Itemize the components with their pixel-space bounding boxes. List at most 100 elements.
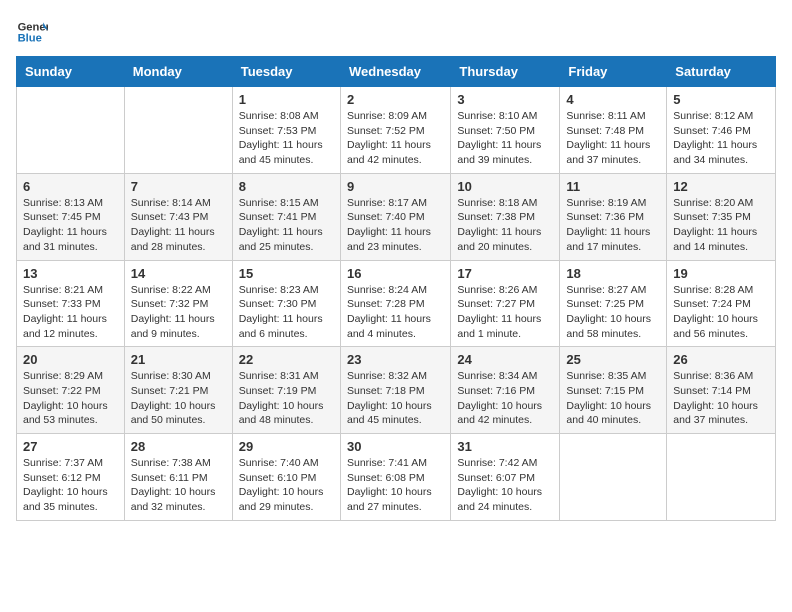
calendar-cell: 31 Sunrise: 7:42 AM Sunset: 6:07 PM Dayli… — [451, 434, 560, 521]
calendar-cell: 10 Sunrise: 8:18 AM Sunset: 7:38 PM Dayli… — [451, 173, 560, 260]
calendar-cell — [667, 434, 776, 521]
day-number: 11 — [566, 179, 660, 194]
calendar-cell: 15 Sunrise: 8:23 AM Sunset: 7:30 PM Dayli… — [232, 260, 340, 347]
col-header-tuesday: Tuesday — [232, 57, 340, 87]
day-number: 25 — [566, 352, 660, 367]
calendar-cell: 18 Sunrise: 8:27 AM Sunset: 7:25 PM Dayli… — [560, 260, 667, 347]
day-number: 12 — [673, 179, 769, 194]
day-info: Sunrise: 8:34 AM Sunset: 7:16 PM Dayligh… — [457, 369, 553, 428]
day-info: Sunrise: 8:28 AM Sunset: 7:24 PM Dayligh… — [673, 283, 769, 342]
day-info: Sunrise: 8:18 AM Sunset: 7:38 PM Dayligh… — [457, 196, 553, 255]
day-number: 31 — [457, 439, 553, 454]
day-number: 9 — [347, 179, 444, 194]
day-info: Sunrise: 8:17 AM Sunset: 7:40 PM Dayligh… — [347, 196, 444, 255]
week-row-4: 20 Sunrise: 8:29 AM Sunset: 7:22 PM Dayli… — [17, 347, 776, 434]
day-info: Sunrise: 7:37 AM Sunset: 6:12 PM Dayligh… — [23, 456, 118, 515]
day-info: Sunrise: 7:40 AM Sunset: 6:10 PM Dayligh… — [239, 456, 334, 515]
calendar-cell: 19 Sunrise: 8:28 AM Sunset: 7:24 PM Dayli… — [667, 260, 776, 347]
day-info: Sunrise: 8:20 AM Sunset: 7:35 PM Dayligh… — [673, 196, 769, 255]
calendar-cell: 17 Sunrise: 8:26 AM Sunset: 7:27 PM Dayli… — [451, 260, 560, 347]
day-number: 18 — [566, 266, 660, 281]
day-number: 4 — [566, 92, 660, 107]
day-number: 15 — [239, 266, 334, 281]
day-number: 8 — [239, 179, 334, 194]
week-row-2: 6Sunrise: 8:13 AM Sunset: 7:45 PM Daylig… — [17, 173, 776, 260]
day-info: Sunrise: 7:41 AM Sunset: 6:08 PM Dayligh… — [347, 456, 444, 515]
day-number: 17 — [457, 266, 553, 281]
day-number: 26 — [673, 352, 769, 367]
day-number: 13 — [23, 266, 118, 281]
day-info: Sunrise: 8:22 AM Sunset: 7:32 PM Dayligh… — [131, 283, 226, 342]
calendar-cell: 12 Sunrise: 8:20 AM Sunset: 7:35 PM Dayli… — [667, 173, 776, 260]
calendar-header-row: SundayMondayTuesdayWednesdayThursdayFrid… — [17, 57, 776, 87]
day-info: Sunrise: 8:35 AM Sunset: 7:15 PM Dayligh… — [566, 369, 660, 428]
day-number: 24 — [457, 352, 553, 367]
day-info: Sunrise: 8:19 AM Sunset: 7:36 PM Dayligh… — [566, 196, 660, 255]
day-info: Sunrise: 8:27 AM Sunset: 7:25 PM Dayligh… — [566, 283, 660, 342]
day-info: Sunrise: 8:11 AM Sunset: 7:48 PM Dayligh… — [566, 109, 660, 168]
calendar-cell: 23 Sunrise: 8:32 AM Sunset: 7:18 PM Dayli… — [340, 347, 450, 434]
calendar-cell: 16Sunrise: 8:24 AM Sunset: 7:28 PM Dayli… — [340, 260, 450, 347]
day-number: 10 — [457, 179, 553, 194]
col-header-thursday: Thursday — [451, 57, 560, 87]
col-header-wednesday: Wednesday — [340, 57, 450, 87]
day-number: 14 — [131, 266, 226, 281]
day-info: Sunrise: 8:29 AM Sunset: 7:22 PM Dayligh… — [23, 369, 118, 428]
col-header-saturday: Saturday — [667, 57, 776, 87]
day-number: 22 — [239, 352, 334, 367]
logo-icon: General Blue — [16, 16, 48, 48]
day-info: Sunrise: 8:24 AM Sunset: 7:28 PM Dayligh… — [347, 283, 444, 342]
calendar-cell: 13 Sunrise: 8:21 AM Sunset: 7:33 PM Dayli… — [17, 260, 125, 347]
day-number: 21 — [131, 352, 226, 367]
calendar-cell: 26Sunrise: 8:36 AM Sunset: 7:14 PM Dayli… — [667, 347, 776, 434]
day-info: Sunrise: 8:30 AM Sunset: 7:21 PM Dayligh… — [131, 369, 226, 428]
calendar-cell: 20 Sunrise: 8:29 AM Sunset: 7:22 PM Dayli… — [17, 347, 125, 434]
day-number: 29 — [239, 439, 334, 454]
calendar-cell — [560, 434, 667, 521]
col-header-friday: Friday — [560, 57, 667, 87]
day-number: 28 — [131, 439, 226, 454]
day-number: 5 — [673, 92, 769, 107]
calendar-cell: 2 Sunrise: 8:09 AM Sunset: 7:52 PM Daylig… — [340, 87, 450, 174]
day-info: Sunrise: 7:42 AM Sunset: 6:07 PM Dayligh… — [457, 456, 553, 515]
day-info: Sunrise: 8:21 AM Sunset: 7:33 PM Dayligh… — [23, 283, 118, 342]
calendar-cell: 29 Sunrise: 7:40 AM Sunset: 6:10 PM Dayli… — [232, 434, 340, 521]
calendar-cell: 14 Sunrise: 8:22 AM Sunset: 7:32 PM Dayli… — [124, 260, 232, 347]
calendar-cell: 6Sunrise: 8:13 AM Sunset: 7:45 PM Daylig… — [17, 173, 125, 260]
calendar-cell: 25 Sunrise: 8:35 AM Sunset: 7:15 PM Dayli… — [560, 347, 667, 434]
day-info: Sunrise: 7:38 AM Sunset: 6:11 PM Dayligh… — [131, 456, 226, 515]
calendar-cell: 5 Sunrise: 8:12 AM Sunset: 7:46 PM Daylig… — [667, 87, 776, 174]
day-info: Sunrise: 8:13 AM Sunset: 7:45 PM Dayligh… — [23, 196, 118, 255]
logo: General Blue — [16, 16, 52, 48]
col-header-sunday: Sunday — [17, 57, 125, 87]
day-info: Sunrise: 8:15 AM Sunset: 7:41 PM Dayligh… — [239, 196, 334, 255]
calendar-cell: 11 Sunrise: 8:19 AM Sunset: 7:36 PM Dayli… — [560, 173, 667, 260]
day-info: Sunrise: 8:12 AM Sunset: 7:46 PM Dayligh… — [673, 109, 769, 168]
day-number: 19 — [673, 266, 769, 281]
header: General Blue — [16, 16, 776, 48]
calendar-cell: 28 Sunrise: 7:38 AM Sunset: 6:11 PM Dayli… — [124, 434, 232, 521]
day-info: Sunrise: 8:32 AM Sunset: 7:18 PM Dayligh… — [347, 369, 444, 428]
day-info: Sunrise: 8:14 AM Sunset: 7:43 PM Dayligh… — [131, 196, 226, 255]
day-number: 27 — [23, 439, 118, 454]
day-info: Sunrise: 8:26 AM Sunset: 7:27 PM Dayligh… — [457, 283, 553, 342]
day-info: Sunrise: 8:10 AM Sunset: 7:50 PM Dayligh… — [457, 109, 553, 168]
day-info: Sunrise: 8:09 AM Sunset: 7:52 PM Dayligh… — [347, 109, 444, 168]
calendar-cell — [17, 87, 125, 174]
calendar-cell: 1Sunrise: 8:08 AM Sunset: 7:53 PM Daylig… — [232, 87, 340, 174]
calendar-cell: 8 Sunrise: 8:15 AM Sunset: 7:41 PM Daylig… — [232, 173, 340, 260]
day-number: 1 — [239, 92, 334, 107]
week-row-3: 13 Sunrise: 8:21 AM Sunset: 7:33 PM Dayli… — [17, 260, 776, 347]
calendar-cell: 21 Sunrise: 8:30 AM Sunset: 7:21 PM Dayli… — [124, 347, 232, 434]
calendar-cell: 30Sunrise: 7:41 AM Sunset: 6:08 PM Dayli… — [340, 434, 450, 521]
calendar-cell: 3 Sunrise: 8:10 AM Sunset: 7:50 PM Daylig… — [451, 87, 560, 174]
day-info: Sunrise: 8:23 AM Sunset: 7:30 PM Dayligh… — [239, 283, 334, 342]
day-number: 2 — [347, 92, 444, 107]
day-info: Sunrise: 8:31 AM Sunset: 7:19 PM Dayligh… — [239, 369, 334, 428]
week-row-1: 1Sunrise: 8:08 AM Sunset: 7:53 PM Daylig… — [17, 87, 776, 174]
day-number: 20 — [23, 352, 118, 367]
day-number: 3 — [457, 92, 553, 107]
calendar-cell: 7Sunrise: 8:14 AM Sunset: 7:43 PM Daylig… — [124, 173, 232, 260]
day-number: 23 — [347, 352, 444, 367]
calendar-cell: 9 Sunrise: 8:17 AM Sunset: 7:40 PM Daylig… — [340, 173, 450, 260]
